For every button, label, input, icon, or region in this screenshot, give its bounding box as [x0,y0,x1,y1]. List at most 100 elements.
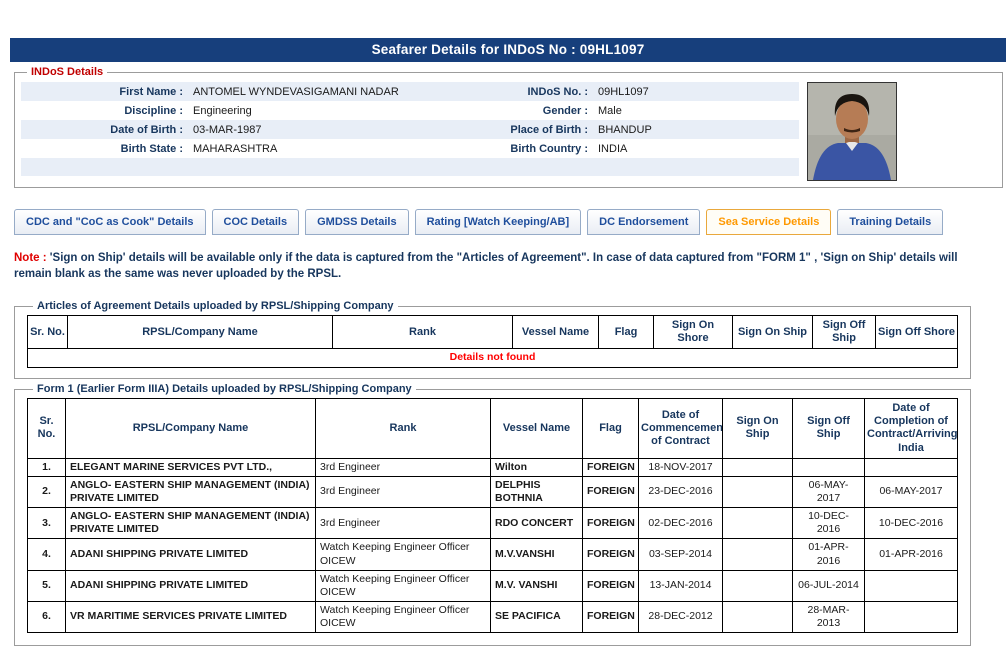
sr-cell: 3. [28,508,66,539]
table-row: First Name : ANTOMEL WYNDEVASIGAMANI NAD… [21,82,799,101]
commencement-cell: 23-DEC-2016 [639,476,723,507]
birth-country-label: Birth Country : [499,139,594,158]
sign-on-ship-cell [723,458,793,476]
sign-on-ship-cell [723,601,793,632]
table-row: 2. ANGLO- EASTERN SHIP MANAGEMENT (INDIA… [28,476,958,507]
first-name-label: First Name : [21,82,189,101]
page-title: Seafarer Details for INDoS No : 09HL1097 [10,38,1006,62]
sr-cell: 6. [28,601,66,632]
table-row: 3. ANGLO- EASTERN SHIP MANAGEMENT (INDIA… [28,508,958,539]
date-of-birth-value: 03-MAR-1987 [189,120,499,139]
commencement-header: Date of Commencement of Contract [639,399,723,459]
articles-legend: Articles of Agreement Details uploaded b… [33,300,398,312]
portrait-photo-graphic [808,83,896,180]
flag-header: Flag [599,316,654,349]
vessel-cell: RDO CONCERT [491,508,583,539]
tab-coc-details[interactable]: COC Details [212,209,300,235]
table-row: Details not found [28,349,958,367]
discipline-value: Engineering [189,101,499,120]
sign-on-ship-cell [723,570,793,601]
completion-cell: 06-MAY-2017 [865,476,958,507]
birth-state-value: MAHARASHTRA [189,139,499,158]
rank-cell: 3rd Engineer [316,508,491,539]
sign-off-ship-cell: 01-APR-2016 [793,539,865,570]
commencement-cell: 18-NOV-2017 [639,458,723,476]
sign-off-shore-header: Sign Off Shore [876,316,958,349]
indos-details-legend: INDoS Details [27,66,107,78]
details-not-found-message: Details not found [28,349,958,367]
rank-cell: 3rd Engineer [316,476,491,507]
rank-header: Rank [333,316,513,349]
table-header-row: Sr. No. RPSL/Company Name Rank Vessel Na… [28,399,958,459]
sr-cell: 4. [28,539,66,570]
sign-on-shore-header: Sign On Shore [654,316,733,349]
articles-of-agreement-section: Articles of Agreement Details uploaded b… [14,300,971,379]
seafarer-photo [807,82,897,181]
flag-header: Flag [583,399,639,459]
indos-details-table: First Name : ANTOMEL WYNDEVASIGAMANI NAD… [21,82,799,176]
place-of-birth-value: BHANDUP [594,120,799,139]
table-row: Discipline : Engineering Gender : Male [21,101,799,120]
sr-cell: 1. [28,458,66,476]
vessel-cell: SE PACIFICA [491,601,583,632]
vessel-cell: Wilton [491,458,583,476]
date-of-birth-label: Date of Birth : [21,120,189,139]
vessel-cell: M.V. VANSHI [491,570,583,601]
empty-row [21,158,799,176]
sign-on-ship-cell [723,508,793,539]
table-row [21,158,799,176]
rank-cell: Watch Keeping Engineer Officer OICEW [316,601,491,632]
company-cell: ADANI SHIPPING PRIVATE LIMITED [66,570,316,601]
tab-sea-service-details[interactable]: Sea Service Details [706,209,831,235]
rank-cell: 3rd Engineer [316,458,491,476]
tab-rating-watch-keeping-ab[interactable]: Rating [Watch Keeping/AB] [415,209,582,235]
company-cell: VR MARITIME SERVICES PRIVATE LIMITED [66,601,316,632]
sr-cell: 2. [28,476,66,507]
tab-dc-endorsement[interactable]: DC Endorsement [587,209,700,235]
tab-bar: CDC and "CoC as Cook" Details COC Detail… [14,209,943,235]
tab-training-details[interactable]: Training Details [837,209,943,235]
sign-on-ship-cell [723,539,793,570]
note-body: 'Sign on Ship' details will be available… [14,252,958,280]
company-header: RPSL/Company Name [68,316,333,349]
table-row: Birth State : MAHARASHTRA Birth Country … [21,139,799,158]
sr-cell: 5. [28,570,66,601]
discipline-label: Discipline : [21,101,189,120]
commencement-cell: 02-DEC-2016 [639,508,723,539]
commencement-cell: 03-SEP-2014 [639,539,723,570]
form1-section: Form 1 (Earlier Form IIIA) Details uploa… [14,383,971,646]
indos-no-label: INDoS No. : [499,82,594,101]
commencement-cell: 28-DEC-2012 [639,601,723,632]
birth-state-label: Birth State : [21,139,189,158]
sign-off-ship-header: Sign Off Ship [813,316,876,349]
sr-no-header: Sr. No. [28,399,66,459]
table-row: Date of Birth : 03-MAR-1987 Place of Bir… [21,120,799,139]
sign-on-ship-note: Note : 'Sign on Ship' details will be av… [14,250,996,282]
commencement-cell: 13-JAN-2014 [639,570,723,601]
sign-off-ship-cell [793,458,865,476]
tab-cdc-coc-as-cook-details[interactable]: CDC and "CoC as Cook" Details [14,209,206,235]
sr-no-header: Sr. No. [28,316,68,349]
note-prefix: Note : [14,252,47,264]
tab-gmdss-details[interactable]: GMDSS Details [305,209,408,235]
place-of-birth-label: Place of Birth : [499,120,594,139]
table-row: 1. ELEGANT MARINE SERVICES PVT LTD., 3rd… [28,458,958,476]
table-header-row: Sr. No. RPSL/Company Name Rank Vessel Na… [28,316,958,349]
vessel-header: Vessel Name [513,316,599,349]
table-row: 4. ADANI SHIPPING PRIVATE LIMITED Watch … [28,539,958,570]
form1-table: Sr. No. RPSL/Company Name Rank Vessel Na… [27,398,958,633]
flag-cell: FOREIGN [583,476,639,507]
first-name-value: ANTOMEL WYNDEVASIGAMANI NADAR [189,82,499,101]
sign-on-ship-cell [723,476,793,507]
vessel-header: Vessel Name [491,399,583,459]
company-cell: ANGLO- EASTERN SHIP MANAGEMENT (INDIA) P… [66,508,316,539]
birth-country-value: INDIA [594,139,799,158]
company-cell: ELEGANT MARINE SERVICES PVT LTD., [66,458,316,476]
completion-cell [865,601,958,632]
sign-off-ship-cell: 28-MAR-2013 [793,601,865,632]
flag-cell: FOREIGN [583,539,639,570]
sign-on-ship-header: Sign On Ship [723,399,793,459]
flag-cell: FOREIGN [583,458,639,476]
indos-no-value: 09HL1097 [594,82,799,101]
gender-label: Gender : [499,101,594,120]
